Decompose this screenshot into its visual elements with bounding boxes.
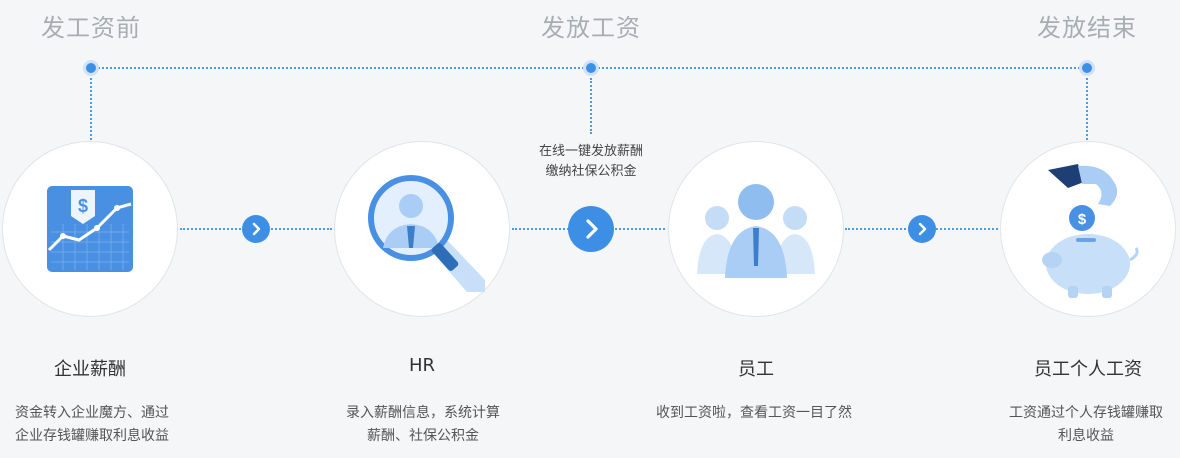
step-circle-employees xyxy=(668,141,844,317)
step-label-employees: 员工 xyxy=(738,359,774,380)
phase-title-before: 发工资前 xyxy=(41,14,141,42)
step-desc-line: 录入薪酬信息，系统计算 xyxy=(346,405,500,421)
step-label-personal-salary: 员工个人工资 xyxy=(1034,359,1142,380)
step-label-hr: HR xyxy=(408,355,436,376)
connector-before xyxy=(90,78,92,140)
timeline-node-during xyxy=(583,60,599,76)
svg-text:$: $ xyxy=(78,196,88,216)
chevron-right-icon xyxy=(252,222,261,236)
chevron-right-icon xyxy=(586,219,598,239)
step-circle-hr xyxy=(334,141,510,317)
next-arrow-1[interactable] xyxy=(242,215,270,243)
employees-icon xyxy=(697,184,815,278)
step-desc-employees: 收到工资啦，查看工资一目了然 xyxy=(656,402,852,425)
middle-note-line-1: 在线一键发放薪酬 xyxy=(538,144,644,159)
salary-chart-icon: $ xyxy=(47,186,133,272)
step-desc-line: 资金转入企业魔方、通过 xyxy=(15,405,169,421)
chevron-right-icon xyxy=(918,222,927,236)
connector-after xyxy=(1086,78,1088,140)
piggy-bank-icon: $ xyxy=(1042,164,1139,298)
phase-title-during: 发放工资 xyxy=(541,14,641,42)
timeline-node-after xyxy=(1079,60,1095,76)
next-arrow-3[interactable] xyxy=(908,215,936,243)
middle-note: 在线一键发放薪酬 缴纳社保公积金 xyxy=(539,142,643,182)
timeline-node-before xyxy=(83,60,99,76)
step-label-salary: 企业薪酬 xyxy=(54,359,126,380)
step-desc-salary: 资金转入企业魔方、通过 企业存钱罐赚取利息收益 xyxy=(15,402,169,448)
step-desc-line: 利息收益 xyxy=(1058,428,1114,444)
step-desc-line: 企业存钱罐赚取利息收益 xyxy=(15,428,169,444)
step-desc-line: 工资通过个人存钱罐赚取 xyxy=(1009,405,1163,421)
hr-magnifier-icon xyxy=(368,175,485,292)
step-desc-line: 收到工资啦，查看工资一目了然 xyxy=(656,405,852,421)
step-circle-salary: $ xyxy=(2,141,178,317)
phase-title-after: 发放结束 xyxy=(1037,14,1137,42)
step-desc-line: 薪酬、社保公积金 xyxy=(367,428,479,444)
svg-text:$: $ xyxy=(1078,211,1087,228)
step-desc-hr: 录入薪酬信息，系统计算 薪酬、社保公积金 xyxy=(346,402,500,448)
step-desc-personal-salary: 工资通过个人存钱罐赚取 利息收益 xyxy=(1009,402,1163,448)
next-arrow-2[interactable] xyxy=(568,206,614,252)
connector-during xyxy=(590,78,592,134)
middle-note-line-2: 缴纳社保公积金 xyxy=(545,164,637,179)
step-circle-piggy: $ xyxy=(1000,141,1176,317)
